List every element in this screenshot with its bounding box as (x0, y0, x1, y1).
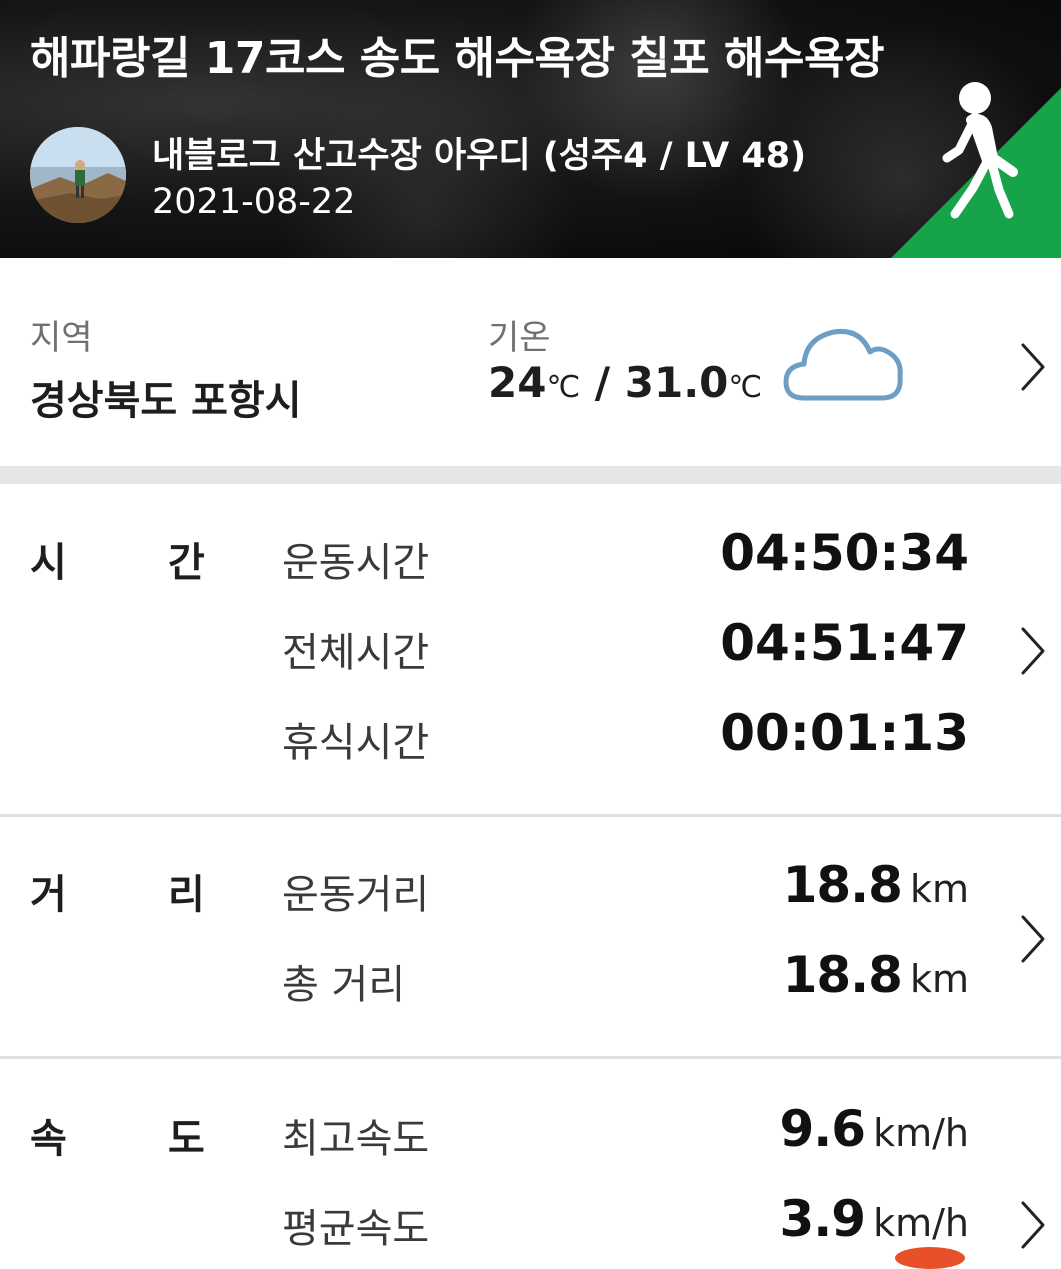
max-speed-number: 9.6 (779, 1100, 867, 1158)
chevron-right-icon[interactable] (1020, 914, 1046, 964)
time-category-char-1: 시 (30, 540, 67, 586)
speed-category-char-1: 속 (30, 1116, 67, 1162)
max-speed-unit: km/h (873, 1111, 969, 1155)
rest-time-label: 휴식시간 (282, 720, 430, 766)
temperature-high-unit: ℃ (728, 370, 763, 405)
average-speed-label: 평균속도 (282, 1206, 430, 1252)
average-speed-number: 3.9 (779, 1190, 867, 1248)
average-speed-unit: km/h (873, 1201, 969, 1245)
moving-time-value: 04:50:34 (720, 524, 969, 582)
moving-distance-unit: km (909, 867, 969, 911)
total-distance-unit: km (909, 957, 969, 1001)
distance-category-char-1: 거 (30, 872, 67, 918)
temperature-label: 기온 (488, 318, 551, 358)
total-distance-value: 18.8 km (783, 946, 969, 1004)
temperature-high: 31.0 (624, 358, 729, 407)
temperature-separator: / (594, 358, 611, 407)
divider (0, 1056, 1061, 1059)
time-category-char-2: 간 (168, 540, 205, 586)
cloud-icon (783, 328, 903, 401)
moving-distance-label: 운동거리 (282, 872, 430, 918)
chevron-right-icon[interactable] (1020, 342, 1046, 392)
rest-time-value: 00:01:13 (720, 704, 969, 762)
region-weather-section[interactable]: 지역 경상북도 포항시 기온 24℃ / 31.0℃ (0, 258, 1061, 466)
total-distance-label: 총 거리 (282, 962, 406, 1008)
total-time-value: 04:51:47 (720, 614, 969, 672)
temperature-low-unit: ℃ (546, 370, 581, 405)
course-title: 해파랑길 17코스 송도 해수욕장 칠포 해수욕장 (30, 33, 884, 84)
walking-person-icon (942, 82, 1018, 219)
temperature-value: 24℃ / 31.0℃ (488, 358, 762, 407)
moving-time-label: 운동시간 (282, 540, 430, 586)
region-value: 경상북도 포항시 (30, 378, 302, 424)
total-distance-number: 18.8 (782, 946, 903, 1004)
max-speed-value: 9.6 km/h (780, 1100, 970, 1158)
moving-distance-value: 18.8 km (783, 856, 969, 914)
average-speed-value: 3.9 km/h (780, 1190, 970, 1248)
temperature-low: 24 (488, 358, 547, 407)
section-divider (0, 466, 1061, 484)
chevron-right-icon[interactable] (1020, 626, 1046, 676)
author-name[interactable]: 내블로그 산고수장 아우디 (성주4 / LV 48) (152, 127, 806, 178)
total-time-label: 전체시간 (282, 630, 430, 676)
region-label: 지역 (30, 318, 93, 358)
chevron-right-icon[interactable] (1020, 1200, 1046, 1250)
moving-distance-number: 18.8 (782, 856, 903, 914)
max-speed-label: 최고속도 (282, 1116, 430, 1162)
divider (0, 814, 1061, 817)
distance-category-char-2: 리 (168, 872, 205, 918)
avatar[interactable] (30, 127, 126, 223)
speed-category-char-2: 도 (168, 1116, 205, 1162)
record-header: 해파랑길 17코스 송도 해수욕장 칠포 해수욕장 내블로그 산고수장 아우디 … (0, 0, 1061, 258)
record-date: 2021-08-22 (152, 182, 356, 222)
floating-action-button-edge[interactable] (895, 1247, 965, 1269)
